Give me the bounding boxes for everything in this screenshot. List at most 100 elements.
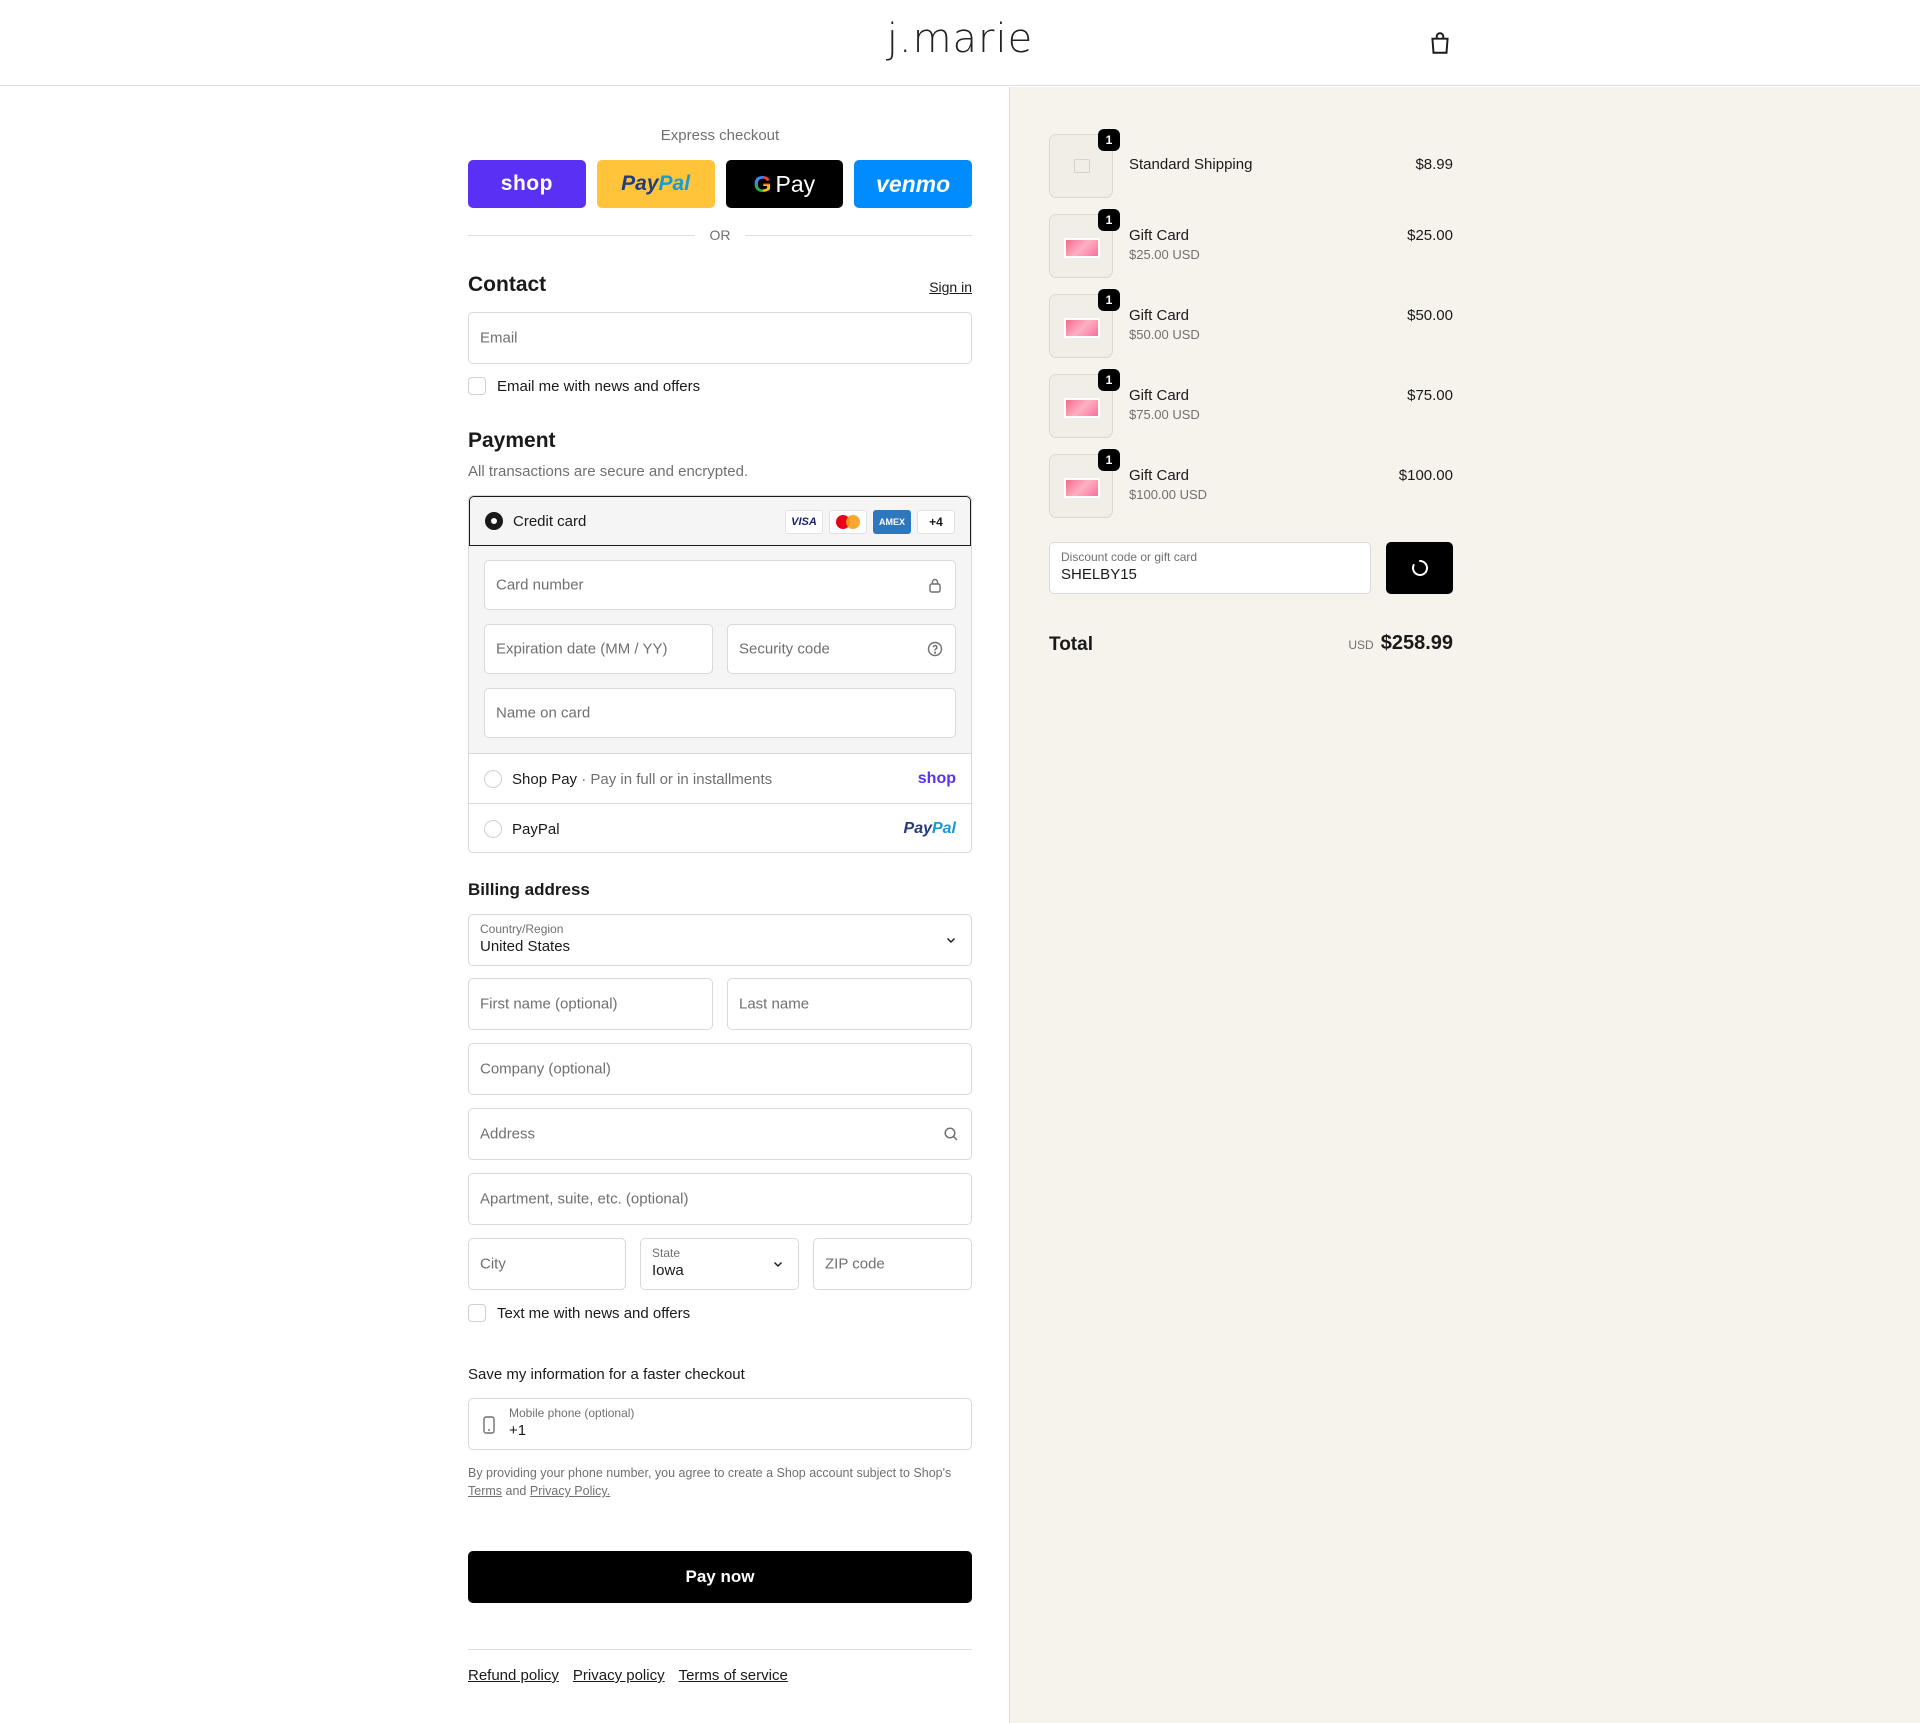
item-price: $8.99	[1415, 156, 1453, 173]
first-name-placeholder: First name (optional)	[480, 995, 618, 1013]
item-variant: $75.00 USD	[1129, 407, 1200, 422]
security-code-field[interactable]: Security code	[727, 624, 956, 674]
last-name-field[interactable]: Last name	[727, 978, 972, 1030]
email-placeholder: Email	[480, 329, 518, 347]
last-name-placeholder: Last name	[739, 995, 810, 1013]
discount-value: SHELBY15	[1061, 566, 1137, 583]
item-variant: $100.00 USD	[1129, 487, 1208, 502]
text-news-checkbox[interactable]	[468, 1304, 486, 1322]
credit-card-label: Credit card	[513, 513, 587, 530]
google-pay-express-button[interactable]: G Pay	[725, 160, 844, 208]
zip-code-placeholder: ZIP code	[825, 1255, 885, 1273]
bag-icon[interactable]	[1427, 30, 1453, 56]
credit-card-option[interactable]: Credit card VISA AMEX +4	[469, 496, 971, 546]
save-info-heading: Save my information for a faster checkou…	[468, 1366, 745, 1383]
address-placeholder: Address	[480, 1125, 536, 1143]
more-cards-badge: +4	[917, 510, 955, 534]
shop-pay-option[interactable]: Shop Pay · Pay in full or in installment…	[469, 754, 971, 804]
terms-link[interactable]: Terms	[468, 1484, 502, 1498]
total-label: Total	[1049, 634, 1093, 655]
amex-icon: AMEX	[873, 510, 911, 534]
mobile-phone-field[interactable]: Mobile phone (optional) +1	[468, 1398, 972, 1450]
item-name: Gift Card	[1129, 467, 1190, 484]
pay-now-button[interactable]: Pay now	[468, 1551, 972, 1603]
apartment-placeholder: Apartment, suite, etc. (optional)	[480, 1190, 689, 1208]
email-news-label: Email me with news and offers	[497, 377, 701, 395]
discount-label: Discount code or gift card	[1061, 550, 1198, 564]
quantity-badge: 1	[1098, 369, 1120, 391]
text-news-checkbox-row[interactable]: Text me with news and offers	[468, 1304, 690, 1322]
payment-methods: Credit card VISA AMEX +4 Card number Exp…	[468, 495, 972, 853]
item-name: Gift Card	[1129, 387, 1190, 404]
card-number-field[interactable]: Card number	[484, 560, 956, 610]
credit-card-radio[interactable]	[485, 512, 503, 530]
email-field[interactable]: Email	[468, 312, 972, 364]
city-field[interactable]: City	[468, 1238, 626, 1290]
shop-pay-radio[interactable]	[484, 770, 502, 788]
zip-code-field[interactable]: ZIP code	[813, 1238, 972, 1290]
item-name: Gift Card	[1129, 227, 1190, 244]
name-on-card-placeholder: Name on card	[496, 704, 591, 722]
item-thumbnail: 1	[1049, 129, 1120, 198]
discount-code-field[interactable]: Discount code or gift card SHELBY15	[1049, 542, 1371, 594]
privacy-policy-link[interactable]: Privacy Policy.	[530, 1484, 610, 1498]
gift-card-image	[1064, 398, 1100, 418]
image-placeholder-icon	[1074, 159, 1090, 173]
order-summary: 1 Standard Shipping $8.99 1 Gift Card $2…	[1009, 87, 1920, 1723]
shop-pay-label: Shop Pay · Pay in full or in installment…	[512, 771, 773, 788]
line-item: 1 Standard Shipping $8.99	[1049, 129, 1453, 198]
help-icon[interactable]	[927, 641, 943, 657]
expiration-date-field[interactable]: Expiration date (MM / YY)	[484, 624, 713, 674]
paypal-radio[interactable]	[484, 820, 502, 838]
line-item: 1 Gift Card $75.00 USD $75.00	[1049, 369, 1453, 438]
express-checkout-title: Express checkout	[660, 127, 780, 144]
state-value: Iowa	[652, 1262, 684, 1279]
item-thumbnail: 1	[1049, 369, 1120, 438]
first-name-field[interactable]: First name (optional)	[468, 978, 713, 1030]
footer-links: Refund policy Privacy policy Terms of se…	[468, 1667, 788, 1684]
refund-policy-link[interactable]: Refund policy	[468, 1667, 559, 1684]
search-icon	[944, 1127, 958, 1141]
state-label: State	[652, 1246, 681, 1260]
mobile-phone-label: Mobile phone (optional)	[509, 1406, 635, 1420]
contact-heading: Contact	[468, 273, 547, 296]
country-select[interactable]: Country/Region United States	[468, 914, 972, 966]
shop-pay-express-button[interactable]: shop	[468, 160, 586, 208]
divider-line	[745, 235, 972, 236]
total-currency: USD	[1348, 638, 1374, 652]
name-on-card-field[interactable]: Name on card	[484, 688, 956, 738]
company-field[interactable]: Company (optional)	[468, 1043, 972, 1095]
payment-heading: Payment	[468, 429, 556, 452]
mastercard-icon	[829, 510, 867, 534]
privacy-policy-footer-link[interactable]: Privacy policy	[573, 1667, 665, 1684]
item-name: Standard Shipping	[1129, 156, 1253, 173]
apartment-field[interactable]: Apartment, suite, etc. (optional)	[468, 1173, 972, 1225]
sign-in-link[interactable]: Sign in	[929, 279, 972, 295]
billing-address-heading: Billing address	[468, 880, 590, 899]
item-variant: $50.00 USD	[1129, 327, 1200, 342]
item-price: $50.00	[1407, 307, 1453, 324]
email-news-checkbox[interactable]	[468, 377, 486, 395]
paypal-logo: PayPal	[903, 820, 956, 837]
venmo-express-button[interactable]: venmo	[854, 160, 972, 208]
address-field[interactable]: Address	[468, 1108, 972, 1160]
brand-logo[interactable]: j.marie	[0, 16, 1920, 62]
chevron-down-icon	[947, 938, 955, 943]
mobile-phone-value: +1	[509, 1422, 527, 1439]
terms-of-service-link[interactable]: Terms of service	[679, 1667, 788, 1684]
item-thumbnail: 1	[1049, 449, 1120, 518]
paypal-option[interactable]: PayPal PayPal	[469, 804, 971, 852]
paypal-label: PayPal	[512, 821, 560, 838]
google-g-icon: G	[753, 170, 772, 197]
shop-pay-sub: Pay in full or in installments	[590, 771, 773, 788]
footer-divider	[468, 1649, 972, 1650]
total-amount: USD $258.99	[1348, 632, 1453, 655]
line-item: 1 Gift Card $100.00 USD $100.00	[1049, 449, 1453, 518]
email-news-checkbox-row[interactable]: Email me with news and offers	[468, 377, 700, 395]
company-placeholder: Company (optional)	[480, 1060, 611, 1078]
shop-legal-text: By providing your phone number, you agre…	[468, 1466, 952, 1498]
apply-discount-button[interactable]	[1386, 542, 1453, 594]
state-select[interactable]: State Iowa	[640, 1238, 799, 1290]
item-thumbnail: 1	[1049, 209, 1120, 278]
paypal-express-button[interactable]: Pay Pal	[596, 160, 715, 208]
